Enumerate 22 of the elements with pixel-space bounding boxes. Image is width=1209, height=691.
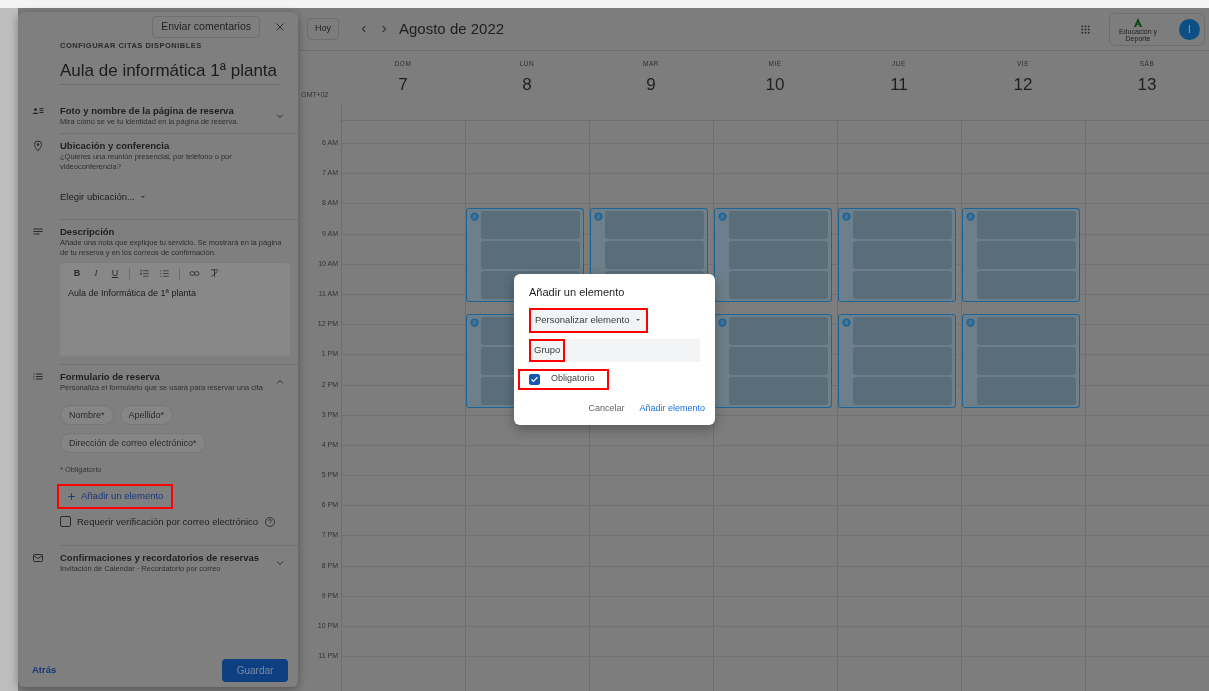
date-number: 9 — [646, 73, 656, 96]
date-number: 7 — [398, 73, 408, 96]
date-number: 8 — [522, 73, 532, 96]
dialog-title: Añadir un elemento — [529, 285, 625, 300]
date-number: 13 — [1137, 73, 1157, 96]
section-title: Descripción — [60, 225, 116, 238]
field-chip: Apellido* — [119, 404, 174, 425]
section-title: Confirmaciones y recordatorios de reservas — [60, 552, 261, 564]
checkbox-label: Obligatorio — [551, 372, 595, 386]
date-number: 11 — [890, 73, 908, 96]
field-chip: Dirección de correo electrónico* — [60, 432, 206, 453]
editor-text: Aula de Informática de 1ª planta — [67, 286, 197, 300]
date-number: 12 — [1013, 73, 1033, 96]
month-title: Agosto de 2022 — [399, 18, 506, 39]
field-chip: Nombre* — [60, 404, 114, 425]
checkbox-label: Requerir verificación por correo electrónico — [77, 514, 259, 529]
section-title: Formulario de reserva — [60, 370, 161, 383]
section-title: Foto y nombre de la página de reserva — [60, 105, 235, 118]
date-number: 10 — [765, 73, 785, 96]
avatar: I — [1179, 18, 1200, 40]
section-title: Ubicación y conferencia — [60, 140, 171, 153]
field-value: Grupo — [529, 338, 566, 362]
